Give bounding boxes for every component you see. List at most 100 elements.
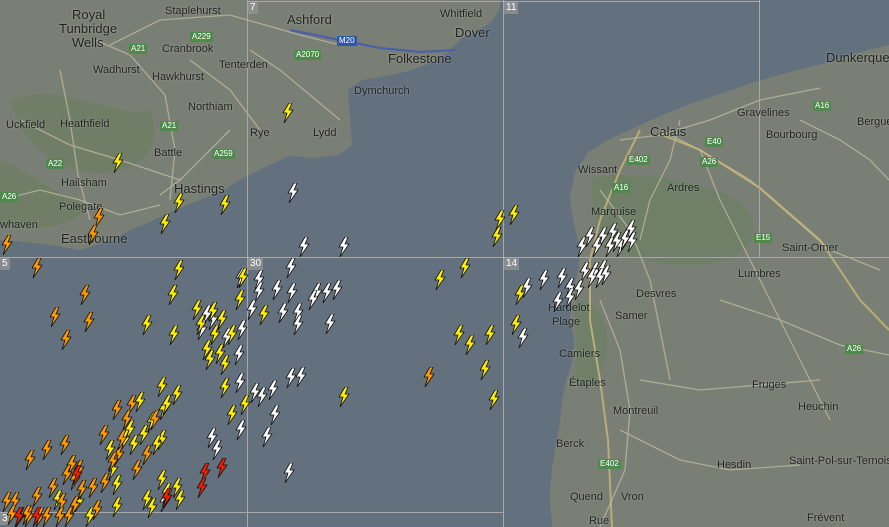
grid-cell-label-14: 14 [504,258,520,270]
lightning-strike-icon-older [31,258,43,278]
lightning-strike-icon-older [59,435,71,455]
place-label: Hailsham [61,177,107,189]
lightning-strike-icon-oldest [31,507,43,527]
lightning-strike-icon-newest [285,368,297,388]
lightning-strike-icon-recent [459,258,471,278]
lightning-strike-icon-recent [479,360,491,380]
lightning-strike-icon-recent [491,227,503,247]
place-label: Wissant [578,164,618,176]
lightning-strike-icon-newest [287,183,299,203]
lightning-strike-icon-newest [261,427,273,447]
place-label: Samer [615,310,648,322]
place-label: Dunkerque [826,50,889,65]
road-shield-a2070: A2070 [294,50,322,60]
place-label: Calais [650,124,687,139]
lightning-strike-icon-newest [211,440,223,460]
place-label: Fruges [752,379,787,391]
lightning-strike-icon-older [60,330,72,350]
lightning-strike-icon-older [149,410,161,430]
lightning-strike-icon-newest [552,292,564,312]
lightning-strike-icon-older [423,367,435,387]
lightning-strike-icon-recent [484,325,496,345]
grid-cell-label-11: 11 [504,2,519,14]
lightning-strike-icon-older [116,430,128,450]
lightning-strike-icon-newest [611,232,623,252]
lightning-strike-icon-newest [298,237,310,257]
lightning-strike-icon-newest [600,265,612,285]
place-label: Tunbridge [59,21,118,36]
place-label: Tenterden [219,59,268,71]
lightning-strike-icon-recent [216,310,228,330]
place-label: Cranbrook [162,43,214,55]
lightning-strike-icon-newest [538,270,550,290]
lightning-strike-icon-newest [586,268,598,288]
lightning-strike-icon-recent [508,205,520,225]
place-label: Saint-Pol-sur-Ternois [789,455,889,467]
grid-line-vertical [759,0,760,257]
lightning-strike-icon-recent [510,315,522,335]
lightning-strike-icon-newest [283,463,295,483]
road-shield-a26: A26 [0,192,19,202]
lightning-strike-icon-recent [434,270,446,290]
lightning-strike-icon-recent [464,335,476,355]
lightning-strike-icon-older [41,440,53,460]
place-label: Heathfield [60,118,110,130]
grid-cell-label-5: 5 [0,258,10,270]
place-label: Heuchin [798,401,839,413]
lightning-strike-icon-newest [292,315,304,335]
road-shield-e40: E40 [705,137,724,147]
lightning-strike-icon-newest [591,237,603,257]
lightning-map[interactable]: 7 11 5 30 14 3 A21 A229 A21 A22 A259 A26… [0,0,889,527]
place-label: Royal [72,7,106,22]
place-label: Ardres [667,182,700,194]
place-label: Montreuil [613,405,659,417]
lightning-strike-icon-newest [338,237,350,257]
road-shield-a21: A21 [129,44,148,54]
place-label: Camiers [559,348,600,360]
place-label: Wells [72,35,104,50]
road-shield-e402: E402 [627,155,650,165]
lightning-strike-icon-oldest [13,507,25,527]
lightning-strike-icon-older [31,487,43,507]
lightning-strike-icon-recent [219,355,231,375]
road-shield-m20: M20 [337,36,357,46]
lightning-strike-icon-recent [167,285,179,305]
place-label: Quend [570,491,604,503]
lightning-strike-icon-oldest [71,465,83,485]
place-label: Bergue [857,116,889,128]
place-label: Plage [552,316,581,328]
lightning-strike-icon-older [83,312,95,332]
lightning-strike-icon-older [1,235,13,255]
grid-line-horizontal [0,257,889,258]
road-shield-a16: A16 [612,183,631,193]
lightning-strike-icon-older [111,400,123,420]
lightning-strike-icon-recent [219,378,231,398]
lightning-strike-icon-newest [576,237,588,257]
lightning-strike-icon-oldest [216,458,228,478]
lightning-strike-icon-recent [159,214,171,234]
place-label: Staplehurst [165,5,221,17]
place-label: Dymchurch [354,85,410,97]
place-label: Folkestone [388,51,452,66]
place-label: Lumbres [738,268,781,280]
place-label: Rue [589,515,610,527]
lightning-strike-icon-recent [161,395,173,415]
lightning-strike-icon-newest [271,280,283,300]
place-label: Lydd [313,127,337,139]
place-label: Saint-Omer [782,242,839,254]
road-shield-a21: A21 [160,121,179,131]
place-label: Étaples [569,377,606,389]
lightning-strike-icon-recent [282,103,294,123]
lightning-strike-icon-older [107,452,119,472]
lightning-strike-icon-recent [173,260,185,280]
place-label: Rye [250,127,270,139]
lightning-strike-icon-newest [626,232,638,252]
lightning-strike-icon-older [99,473,111,493]
place-label: Hesdin [717,459,752,471]
road-shield-a229: A229 [190,32,213,42]
lightning-strike-icon-recent [237,268,249,288]
lightning-strike-icon-older [24,450,36,470]
place-label: Uckfield [6,119,46,131]
place-label: Northiam [188,101,233,113]
place-label: Ashford [287,12,332,27]
